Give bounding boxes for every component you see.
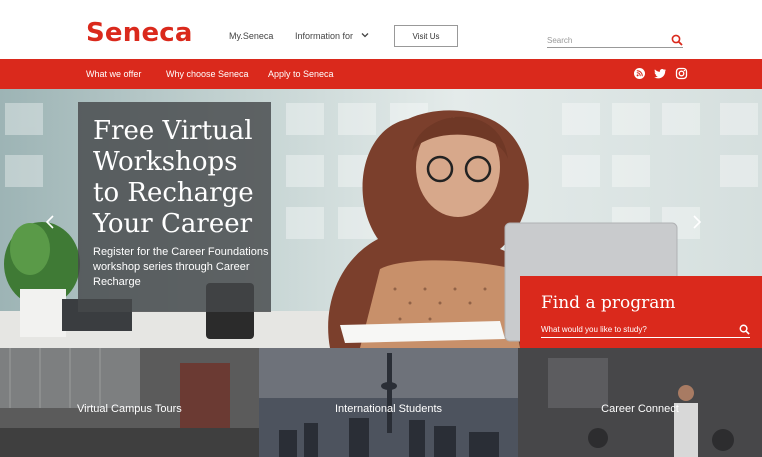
my-seneca-link[interactable]: My.Seneca [229,31,273,41]
tile-label[interactable]: International Students [259,403,518,415]
tile-international-students[interactable]: International Students [259,348,518,457]
search-icon[interactable] [739,324,750,335]
main-nav: What we offer Why choose Seneca Apply to… [0,59,762,89]
tile-career-connect[interactable]: Career Connect [518,348,762,457]
nav-item-what-we-offer[interactable]: What we offer [86,69,141,79]
instagram-icon[interactable] [675,67,688,80]
find-program-title: Find a program [541,293,676,313]
hero-title[interactable]: Free Virtual Workshops to Recharge Your … [93,116,269,240]
tile-label[interactable]: Career Connect [518,403,762,415]
top-header: Seneca My.Seneca Information for Visit U… [0,0,762,59]
search-input[interactable] [547,33,665,47]
program-search-input[interactable] [541,323,731,336]
rss-icon[interactable] [633,67,646,80]
hero-text-panel: Free Virtual Workshops to Recharge Your … [78,102,271,312]
carousel-next-icon[interactable] [691,214,703,230]
tile-virtual-campus-tours[interactable]: Virtual Campus Tours [0,348,259,457]
chevron-down-icon[interactable] [360,30,370,40]
twitter-icon[interactable] [654,67,667,80]
seneca-logo[interactable]: Seneca [86,18,193,48]
visit-us-button[interactable]: Visit Us [394,25,458,47]
carousel-prev-icon[interactable] [44,214,56,230]
find-program-box: Find a program [520,276,762,348]
program-search-field [541,322,750,338]
nav-item-why-choose-seneca[interactable]: Why choose Seneca [166,69,249,79]
information-for-dropdown[interactable]: Information for [295,31,353,41]
search-bar [547,33,683,48]
search-icon[interactable] [671,34,683,46]
nav-item-apply-to-seneca[interactable]: Apply to Seneca [268,69,334,79]
tile-label[interactable]: Virtual Campus Tours [77,403,259,415]
hero-subtitle[interactable]: Register for the Career Foundations work… [93,245,269,290]
